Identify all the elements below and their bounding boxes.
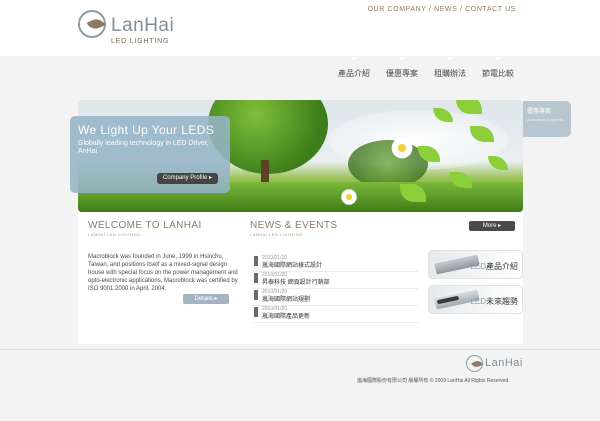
company-profile-label: Company Profile [162,175,208,181]
square-bullet-icon [254,256,258,266]
news-subtitle: LANHAI LED LIGHTING [250,232,303,237]
news-item[interactable]: 2010/01/20 昇泰科技 網頁設計行銷部 [253,272,418,289]
details-button[interactable]: Details ▸ [183,294,229,304]
hero-title: We Light Up Your LEDS [78,123,215,137]
footer-logo[interactable]: LanHai [466,355,522,373]
top-nav: OUR COMPANY / NEWS / CONTACT US [368,6,516,13]
welcome-body: Macroblock was founded in June, 1999 in … [88,254,238,292]
footer-brand-name: LanHai [485,357,523,369]
play-arrow-icon: ▸ [214,296,218,302]
daisy-icon [340,188,358,206]
led-trends-banner[interactable]: LED未來趨勢 [428,285,523,314]
main-nav-item-savings[interactable]: 節電比較 [482,57,514,79]
details-label: Details [194,296,213,302]
brand-tagline: LED LIGHTING [111,38,170,45]
main-nav: 產品介紹 優惠專案 租購辦法 節電比較 [338,57,514,79]
news-list: 2010/01/20 嵐海國際網站樣式設計 2010/01/20 昇泰科技 網頁… [253,255,418,323]
side-tab-label: 優惠專案 [527,109,552,115]
welcome-heading: WELCOME TO LANHAI LANHAI LED LIGHTING [88,220,202,237]
nav-contact-us[interactable]: CONTACT US [465,6,516,13]
section-caret [264,240,270,244]
promotion-side-tab[interactable]: 優惠專案 promotion programs [523,101,571,137]
nav-news[interactable]: NEWS [434,6,457,13]
leaf-icon [488,156,508,170]
news-date: 2010/01/20 [262,255,288,261]
news-title[interactable]: 昇泰科技 網頁設計行銷部 [262,279,418,287]
background-trees [348,140,428,188]
company-profile-button[interactable]: Company Profile ▸ [156,173,218,184]
nav-separator: / [426,6,435,13]
news-title[interactable]: 嵐海國際產品更新 [262,313,418,321]
section-caret [104,240,110,244]
led-products-label: LED產品介紹 [470,262,518,271]
led-trends-label: LED未來趨勢 [470,297,518,306]
more-label: More [482,223,497,229]
square-bullet-icon [254,273,258,283]
site-header: LanHai LED LIGHTING OUR COMPANY / NEWS /… [0,0,600,56]
leaf-icon [456,100,482,114]
news-date: 2010/01/20 [262,289,288,295]
news-title[interactable]: 嵐海國際網站規劃 [262,296,418,304]
news-title: NEWS & EVENTS [250,220,338,231]
led-products-banner[interactable]: LED產品介紹 [428,250,523,279]
main-nav-item-products[interactable]: 產品介紹 [338,57,370,79]
hero-subtitle: Globally leading technology in LED Drive… [78,140,209,155]
more-button[interactable]: More ▸ [469,221,515,231]
hero-promo-panel: We Light Up Your LEDS Globally leading t… [70,116,230,193]
nav-our-company[interactable]: OUR COMPANY [368,6,427,13]
play-arrow-icon: ▸ [498,223,502,229]
daisy-icon [390,136,414,160]
news-item[interactable]: 2010/01/20 嵐海國際網站樣式設計 [253,255,418,272]
brand-logo[interactable]: LanHai LED LIGHTING [78,10,178,50]
side-tab-sublabel: promotion programs [527,117,563,122]
footer-divider [0,349,600,350]
main-nav-item-rental[interactable]: 租購辦法 [434,57,466,79]
main-nav-item-promotions[interactable]: 優惠專案 [386,57,418,79]
copyright-text: 嵐海國際股份有限公司 版權所有 © 2009 LanHai All Rights… [357,378,510,384]
square-bullet-icon [254,290,258,300]
news-title[interactable]: 嵐海國際網站樣式設計 [262,262,418,270]
square-bullet-icon [254,307,258,317]
nav-separator: / [457,6,466,13]
welcome-title: WELCOME TO LANHAI [88,220,202,231]
news-item[interactable]: 2010/01/20 嵐海國際網站規劃 [253,289,418,306]
news-date: 2010/01/20 [262,272,288,278]
news-heading: NEWS & EVENTS LANHAI LED LIGHTING [250,220,337,237]
news-date: 2010/01/20 [262,306,288,312]
welcome-subtitle: LANHAI LED LIGHTING [88,232,141,237]
brand-name: LanHai [111,15,175,36]
news-item[interactable]: 2010/01/20 嵐海國際產品更新 [253,306,418,323]
play-arrow-icon: ▸ [208,175,212,181]
